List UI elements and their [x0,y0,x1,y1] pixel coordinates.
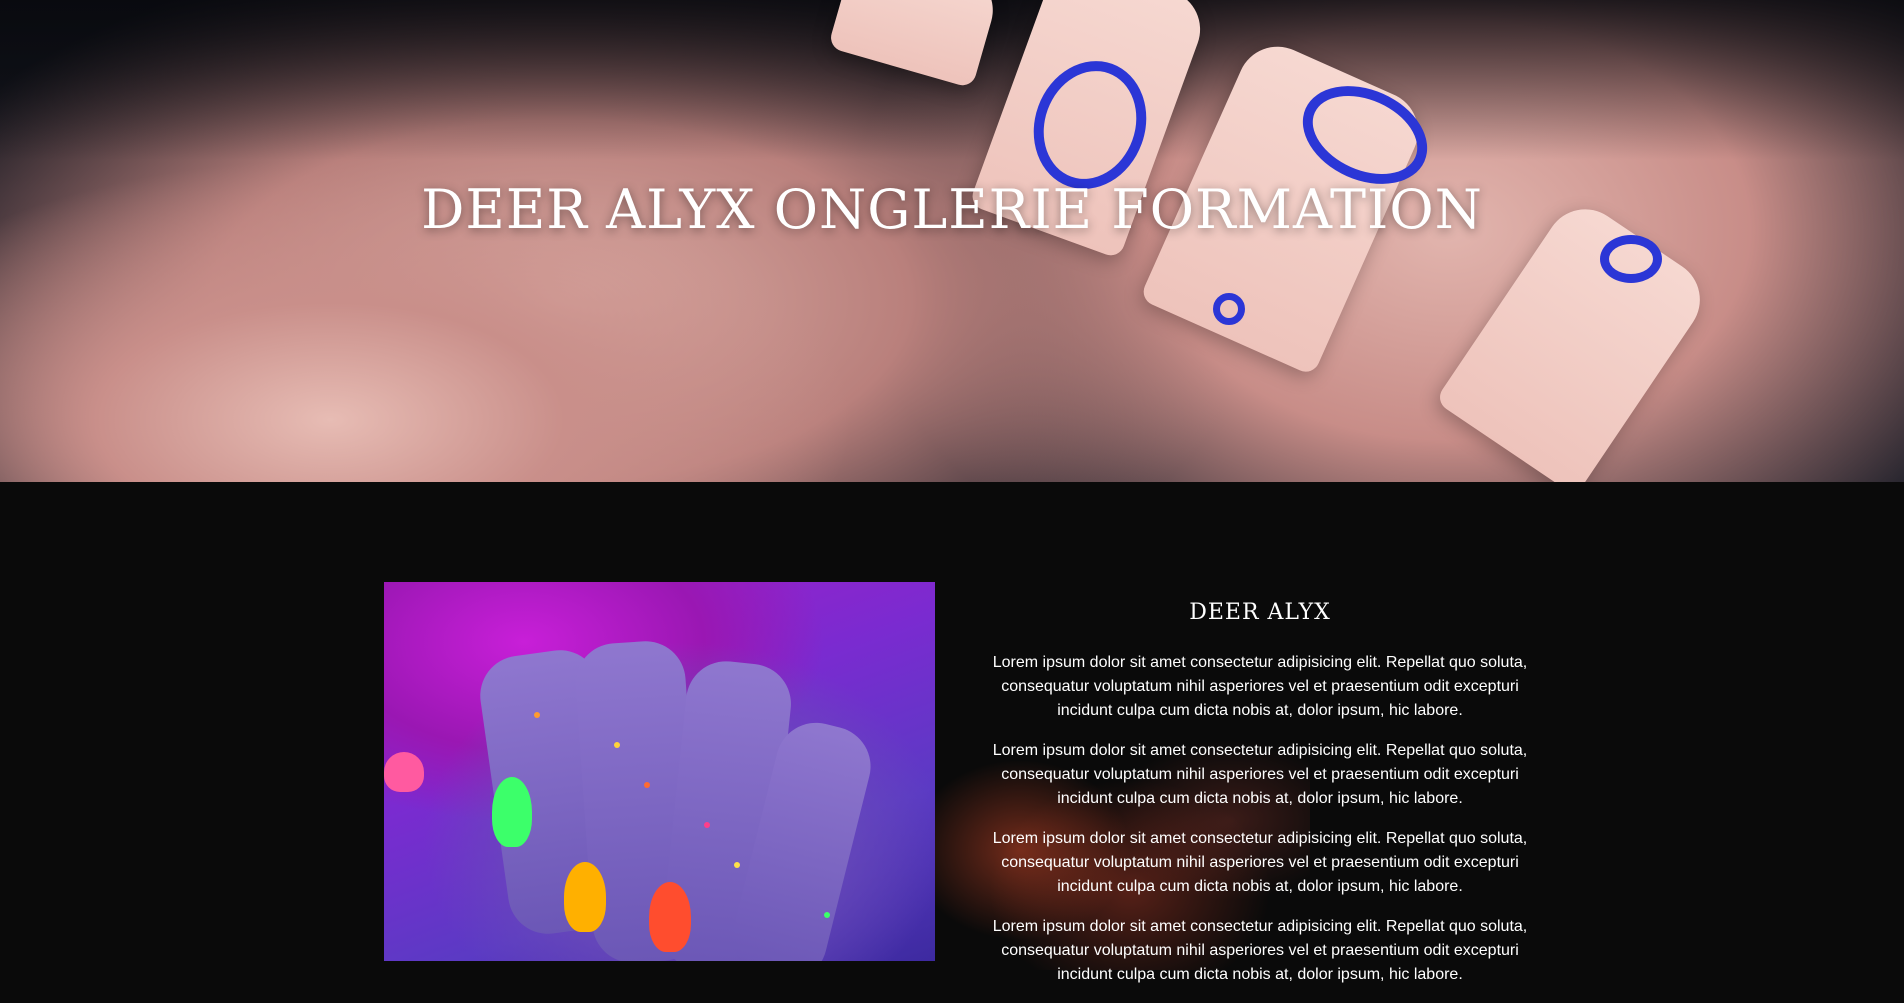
neon-nail [492,777,532,847]
glitter-dot [534,712,540,718]
neon-nail [564,862,606,932]
glitter-dot [824,912,830,918]
about-paragraph: Lorem ipsum dolor sit amet consectetur a… [992,918,1528,983]
evil-eye-icon [1600,235,1662,283]
about-panel: DEER ALYX Lorem ipsum dolor sit amet con… [980,600,1540,1003]
glitter-dot [704,822,710,828]
about-heading: DEER ALYX [1189,600,1331,625]
about-paragraph: Lorem ipsum dolor sit amet consectetur a… [992,742,1528,807]
evil-eye-icon [1213,293,1245,325]
neon-nail [649,882,691,952]
hero-title: DEER ALYX ONGLERIE FORMATION [421,178,1483,241]
glitter-dot [734,862,740,868]
glitter-dot [644,782,650,788]
hero-banner: DEER ALYX ONGLERIE FORMATION [0,0,1904,482]
uv-nails-photo [384,582,935,961]
neon-nail [384,752,424,792]
about-paragraph: Lorem ipsum dolor sit amet consectetur a… [992,830,1528,895]
about-paragraph: Lorem ipsum dolor sit amet consectetur a… [992,654,1528,719]
glitter-dot [614,742,620,748]
